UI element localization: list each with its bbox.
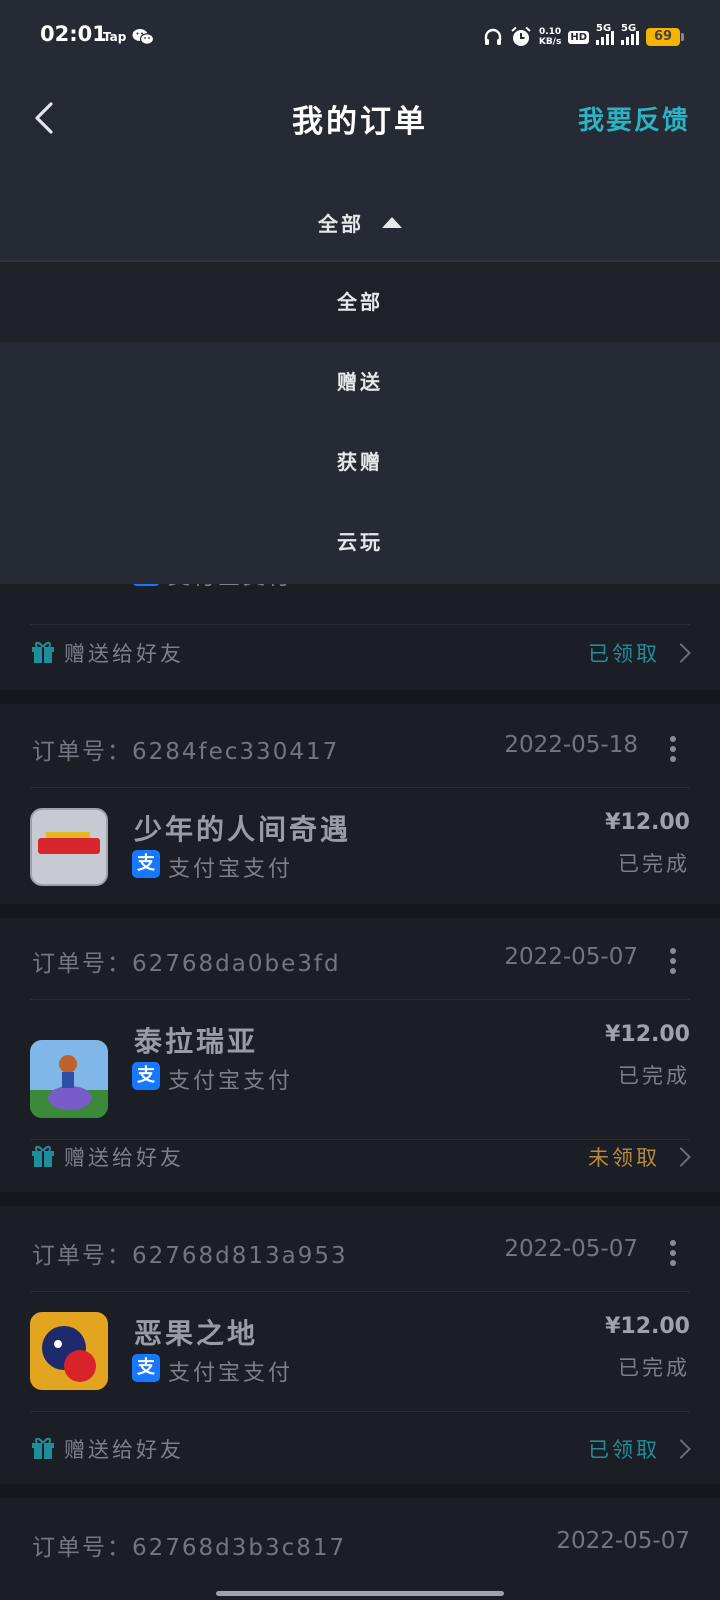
row-divider [30, 1139, 690, 1140]
app-name[interactable]: 恶果之地 [134, 1312, 258, 1352]
net-speed-unit: KB/s [538, 37, 562, 47]
hd-voice-icon: HD [568, 30, 589, 44]
filter-option-all[interactable]: 全部 [0, 262, 720, 342]
order-number: 订单号：62768d813a953 [32, 1243, 348, 1269]
net-speed: 0.10 KB/s [539, 27, 561, 47]
more-vertical-icon[interactable] [670, 948, 676, 974]
sim1-network-label: 5G [596, 23, 612, 34]
order-separator [0, 1192, 720, 1206]
net-speed-value: 0.10 [538, 27, 562, 37]
app-name[interactable]: 少年的人间奇遇 [134, 808, 351, 848]
gift-to-friend-label[interactable]: 赠送给好友 [64, 638, 184, 668]
app-icon[interactable] [30, 808, 108, 886]
row-divider [30, 1411, 690, 1412]
gift-icon [32, 1437, 54, 1459]
order-price: ¥12.00 [605, 810, 690, 835]
gift-icon [32, 641, 54, 663]
game-logo-icon [38, 832, 100, 854]
game-logo-icon [30, 1040, 108, 1118]
headphones-icon [484, 28, 502, 45]
battery-icon: 69 [646, 28, 684, 46]
sim2-network-label: 5G [621, 23, 637, 34]
order-date: 2022-05-07 [504, 1236, 638, 1262]
more-vertical-icon[interactable] [670, 736, 676, 762]
gift-icon [32, 1145, 54, 1167]
app-icon[interactable] [30, 1040, 108, 1118]
alarm-icon [511, 26, 531, 46]
order-date: 2022-05-18 [504, 732, 638, 758]
gift-to-friend-label[interactable]: 赠送给好友 [64, 1434, 184, 1464]
row-divider [30, 1291, 690, 1292]
order-date: 2022-05-07 [556, 1528, 690, 1554]
game-logo-icon [42, 1326, 96, 1382]
chevron-right-icon[interactable] [671, 1147, 691, 1167]
app-icon[interactable] [30, 1312, 108, 1390]
filter-option-gift-received[interactable]: 获赠 [0, 422, 720, 502]
order-separator [0, 904, 720, 918]
signal-sim1-icon: 5G [596, 23, 614, 45]
chevron-right-icon[interactable] [671, 643, 691, 663]
order-status: 已完成 [618, 1356, 690, 1380]
row-divider [30, 787, 690, 788]
order-status: 已完成 [618, 1064, 690, 1088]
status-bar: 02:01 Tap 0.10 KB/s HD 5G 5G 69 [0, 0, 720, 72]
gift-to-friend-label[interactable]: 赠送给好友 [64, 1142, 184, 1172]
app-header: 我的订单 我要反馈 全部 [0, 72, 720, 260]
claim-status[interactable]: 未领取 [588, 1142, 660, 1172]
order-number: 订单号：62768da0be3fd [32, 951, 341, 977]
caret-up-icon [382, 216, 402, 228]
order-status: 已完成 [618, 852, 690, 876]
order-separator [0, 1484, 720, 1498]
order-price: ¥12.00 [605, 1022, 690, 1047]
claim-status[interactable]: 已领取 [588, 638, 660, 668]
alipay-icon: 支 [132, 1062, 160, 1090]
filter-toggle[interactable]: 全部 [0, 202, 720, 242]
tap-notification-icon: Tap [103, 30, 127, 44]
feedback-button[interactable]: 我要反馈 [578, 100, 690, 137]
wechat-icon [132, 29, 154, 45]
claim-status[interactable]: 已领取 [588, 1434, 660, 1464]
status-icons: 0.10 KB/s HD 5G 5G 69 [483, 23, 684, 50]
order-price: ¥12.00 [605, 1314, 690, 1339]
alipay-icon: 支 [132, 1354, 160, 1382]
payment-method: 支付宝支付 [168, 857, 294, 882]
filter-option-gift-sent[interactable]: 赠送 [0, 342, 720, 422]
payment-method: 支付宝支付 [168, 1361, 294, 1386]
order-number: 订单号：62768d3b3c817 [32, 1535, 347, 1561]
payment-method: 支付宝支付 [168, 1069, 294, 1094]
status-time: 02:01 [40, 22, 107, 46]
signal-sim2-icon: 5G [621, 23, 639, 45]
order-separator [0, 690, 720, 704]
order-number: 订单号：6284fec330417 [32, 739, 340, 765]
app-name[interactable]: 泰拉瑞亚 [134, 1020, 258, 1060]
filter-option-cloud-play[interactable]: 云玩 [0, 502, 720, 582]
more-vertical-icon[interactable] [670, 1240, 676, 1266]
filter-selected-label: 全部 [318, 211, 364, 236]
row-divider [30, 624, 690, 625]
order-date: 2022-05-07 [504, 944, 638, 970]
row-divider [30, 999, 690, 1000]
home-indicator[interactable] [216, 1591, 504, 1596]
filter-dropdown: 全部 赠送 获赠 云玩 [0, 262, 720, 584]
chevron-right-icon[interactable] [671, 1439, 691, 1459]
alipay-icon: 支 [132, 850, 160, 878]
